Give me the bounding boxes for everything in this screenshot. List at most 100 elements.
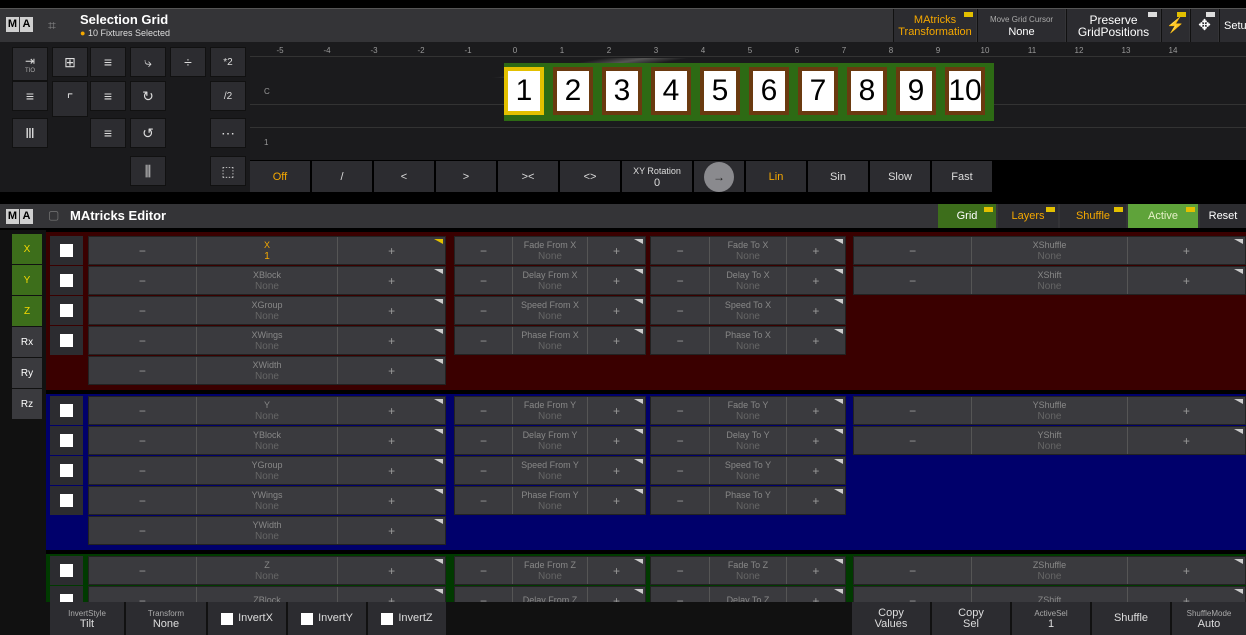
minus-button[interactable]: − [651, 557, 709, 584]
fixture-cell[interactable]: 5 [700, 67, 740, 115]
enable-checkbox[interactable] [50, 326, 83, 355]
sin-button[interactable]: Sin [808, 161, 868, 192]
value-field[interactable]: YBlock None [195, 427, 339, 454]
axis-tab-rx[interactable]: Rx [12, 327, 42, 357]
value-field[interactable]: Delay From Y None [512, 427, 588, 454]
slash-button[interactable]: / [312, 161, 372, 192]
fast-button[interactable]: Fast [932, 161, 992, 192]
param-yshift[interactable]: − YShift None + [853, 426, 1246, 455]
enable-checkbox[interactable] [50, 296, 83, 325]
copy-sel-button[interactable]: Copy Sel [932, 602, 1010, 635]
param-fade-from-x[interactable]: − Fade From X None + [454, 236, 646, 265]
value-field[interactable]: ZShuffle None [971, 557, 1128, 584]
grid-icon[interactable]: ⌗ [48, 17, 56, 34]
layers-button[interactable]: Layers [998, 204, 1058, 228]
param-phase-to-x[interactable]: − Phase To X None + [650, 326, 846, 355]
param-xshift[interactable]: − XShift None + [853, 266, 1246, 295]
param-xshuffle[interactable]: − XShuffle None + [853, 236, 1246, 265]
enable-checkbox[interactable] [50, 556, 83, 585]
grid-fit-tool[interactable]: ⊞ [52, 47, 88, 77]
minus-button[interactable]: − [89, 397, 196, 424]
lines-1-tool[interactable]: ≡ [90, 47, 126, 77]
fixture-cell[interactable]: 3 [602, 67, 642, 115]
value-field[interactable]: Phase From X None [512, 327, 588, 354]
axis-tab-rz[interactable]: Rz [12, 389, 42, 419]
plus-button[interactable]: + [1128, 237, 1245, 264]
fixture-cell[interactable]: 9 [896, 67, 936, 115]
minus-button[interactable]: − [651, 327, 709, 354]
param-ygroup[interactable]: − YGroup None + [88, 456, 446, 485]
minus-button[interactable]: − [854, 397, 971, 424]
minus-button[interactable]: − [651, 397, 709, 424]
minus-button[interactable]: − [854, 237, 971, 264]
fixture-cell[interactable]: 8 [847, 67, 887, 115]
param-phase-from-x[interactable]: − Phase From X None + [454, 326, 646, 355]
lines-2-tool[interactable]: ≡ [90, 81, 126, 111]
fixture-cell[interactable]: 10 [945, 67, 985, 115]
window-icon[interactable]: ▢ [48, 208, 59, 222]
rotation-knob[interactable]: → [694, 161, 744, 192]
corner-tool[interactable]: ⌜ [52, 81, 88, 117]
diverge-button[interactable]: <> [560, 161, 620, 192]
minus-button[interactable]: − [455, 237, 512, 264]
minus-button[interactable]: − [89, 357, 196, 384]
align-columns-tool[interactable]: Ⅲ [12, 118, 48, 148]
value-field[interactable]: X1 [195, 237, 339, 264]
value-field[interactable]: Fade To Z None [709, 557, 787, 584]
matricks-transformation-button[interactable]: MAtricks Transformation [893, 9, 976, 43]
minus-button[interactable]: − [651, 297, 709, 324]
plus-button[interactable]: + [338, 427, 445, 454]
fixture-cell[interactable]: 6 [749, 67, 789, 115]
minus-button[interactable]: − [89, 297, 196, 324]
value-field[interactable]: YWings None [195, 487, 339, 514]
plus-button[interactable]: + [338, 357, 445, 384]
param-y[interactable]: − Y None + [88, 396, 446, 425]
minus-button[interactable]: − [651, 487, 709, 514]
minus-button[interactable]: − [455, 327, 512, 354]
plus-button[interactable]: + [1128, 267, 1245, 294]
plus-button[interactable]: + [338, 297, 445, 324]
enable-checkbox[interactable] [50, 486, 83, 515]
step-tool[interactable]: ⤷ [130, 47, 166, 77]
minus-button[interactable]: − [89, 557, 196, 584]
minus-button[interactable]: − [854, 557, 971, 584]
divide-two-button[interactable]: /2 [210, 81, 246, 111]
param-zshuffle[interactable]: − ZShuffle None + [853, 556, 1246, 585]
value-field[interactable]: XShuffle None [971, 237, 1128, 264]
param-fade-to-z[interactable]: − Fade To Z None + [650, 556, 846, 585]
value-field[interactable]: Delay To Y None [709, 427, 787, 454]
param-speed-to-y[interactable]: − Speed To Y None + [650, 456, 846, 485]
value-field[interactable]: XWidth None [195, 357, 339, 384]
move-grid-cursor-select[interactable]: Move Grid Cursor None [977, 9, 1065, 43]
invert-z-button[interactable]: InvertZ [368, 602, 446, 635]
value-field[interactable]: Y None [195, 397, 339, 424]
value-field[interactable]: Z None [195, 557, 339, 584]
value-field[interactable]: Phase To X None [709, 327, 787, 354]
param-ywidth[interactable]: − YWidth None + [88, 516, 446, 545]
param-delay-from-y[interactable]: − Delay From Y None + [454, 426, 646, 455]
invert-x-button[interactable]: InvertX [208, 602, 286, 635]
value-field[interactable]: Fade To Y None [709, 397, 787, 424]
transform-select[interactable]: Transform None [126, 602, 206, 635]
param-delay-to-x[interactable]: − Delay To X None + [650, 266, 846, 295]
value-field[interactable]: YWidth None [195, 517, 339, 544]
value-field[interactable]: Speed To Y None [709, 457, 787, 484]
align-left-tool[interactable]: ⇥ TIO [12, 47, 48, 81]
value-field[interactable]: XGroup None [195, 297, 339, 324]
xy-rotation-field[interactable]: XY Rotation 0 [622, 161, 692, 192]
rotate-cw-icon[interactable]: ↻ [130, 81, 166, 111]
reset-button[interactable]: Reset [1200, 204, 1246, 228]
shuffle-tab-button[interactable]: Shuffle [1060, 204, 1126, 228]
value-field[interactable]: XWings None [195, 327, 339, 354]
lin-button[interactable]: Lin [746, 161, 806, 192]
rotate-ccw-icon[interactable]: ↺ [130, 118, 166, 148]
minus-button[interactable]: − [854, 427, 971, 454]
fixture-cell[interactable]: 1 [504, 67, 544, 115]
plus-button[interactable]: + [1128, 397, 1245, 424]
enable-checkbox[interactable] [50, 396, 83, 425]
plus-button[interactable]: + [1128, 427, 1245, 454]
less-than-button[interactable]: < [374, 161, 434, 192]
converge-button[interactable]: >< [498, 161, 558, 192]
minus-button[interactable]: − [89, 427, 196, 454]
param-phase-to-y[interactable]: − Phase To Y None + [650, 486, 846, 515]
